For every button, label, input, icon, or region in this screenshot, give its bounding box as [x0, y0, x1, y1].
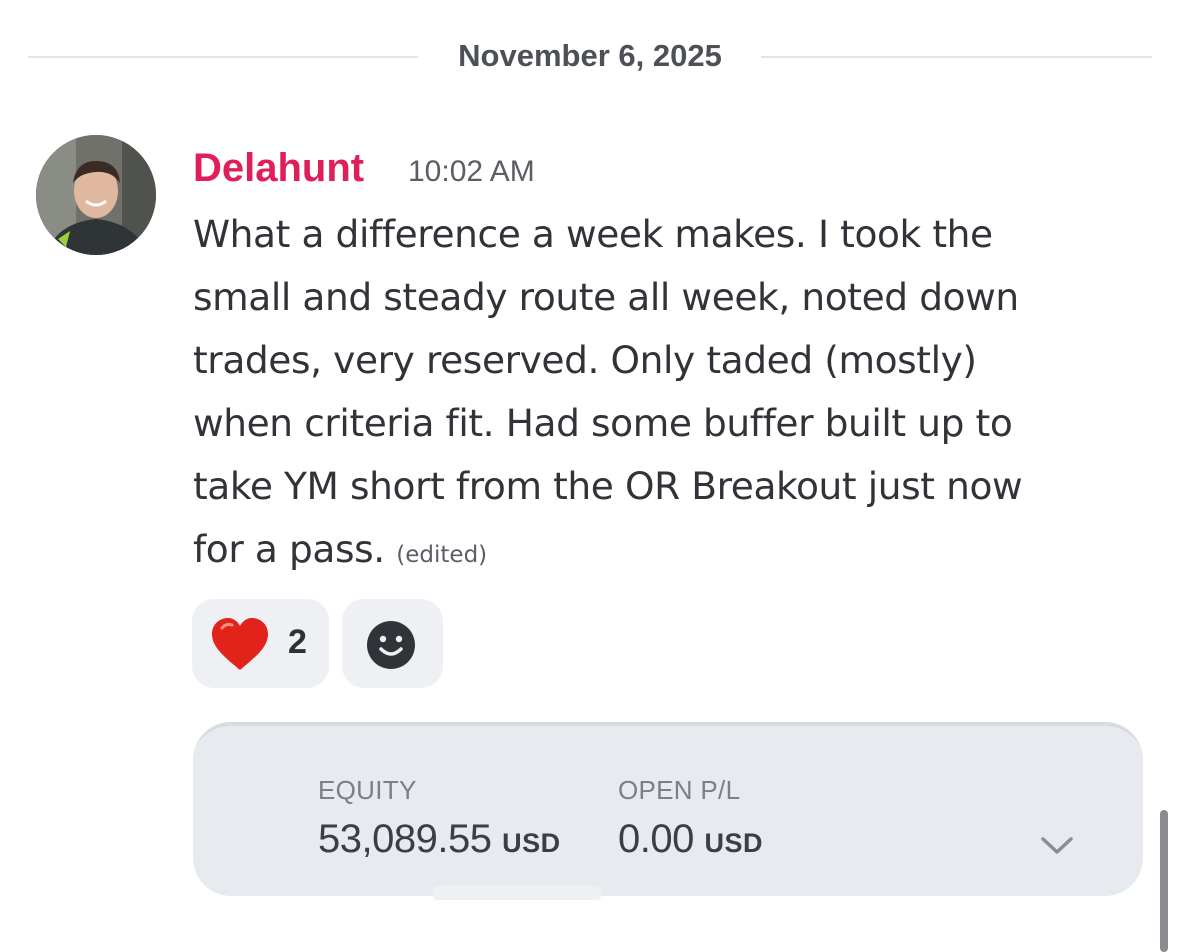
open-pl-label: OPEN P/L — [618, 775, 741, 805]
heart-reaction-button[interactable] — [192, 599, 329, 688]
message-line: What a difference a week makes. I took t… — [193, 212, 993, 256]
open-pl-value-group: 0.00 USD — [618, 816, 763, 866]
message-timestamp: 10:02 AM — [408, 155, 535, 188]
scrollbar[interactable] — [1160, 810, 1168, 952]
reaction-count: 2 — [288, 623, 307, 661]
equity-unit: USD — [502, 828, 561, 858]
user-avatar-photo-icon — [36, 135, 156, 255]
smiley-add-reaction-icon — [365, 619, 417, 675]
add-reaction-button[interactable] — [342, 599, 443, 688]
embedded-image[interactable] — [193, 722, 1143, 896]
divider-line-right — [761, 56, 1152, 58]
equity-label: EQUITY — [318, 775, 417, 805]
message-author[interactable]: Delahunt — [193, 145, 364, 191]
message-line: when criteria fit. Had some buffer built… — [193, 401, 1013, 445]
message-line-text: for a pass. — [193, 527, 385, 571]
message-content: What a difference a week makes. I took t… — [193, 203, 1153, 587]
red-heart-emoji-icon — [210, 616, 270, 676]
avatar[interactable] — [36, 135, 156, 255]
equity-value: 53,089.55 — [318, 817, 492, 861]
date-divider: November 6, 2025 — [28, 30, 1152, 82]
message-line-last: for a pass. (edited) — [193, 518, 1153, 587]
chevron-down-icon — [1040, 834, 1074, 862]
message-line: trades, very reserved. Only taded (mostl… — [193, 338, 977, 382]
embedded-image-tab — [433, 886, 601, 900]
open-pl-unit: USD — [704, 828, 763, 858]
equity-value-group: 53,089.55 USD — [318, 816, 561, 866]
message-line: small and steady route all week, noted d… — [193, 275, 1019, 319]
edited-indicator: (edited) — [396, 542, 488, 568]
message-line: take YM short from the OR Breakout just … — [193, 464, 1023, 508]
open-pl-value: 0.00 — [618, 817, 694, 861]
